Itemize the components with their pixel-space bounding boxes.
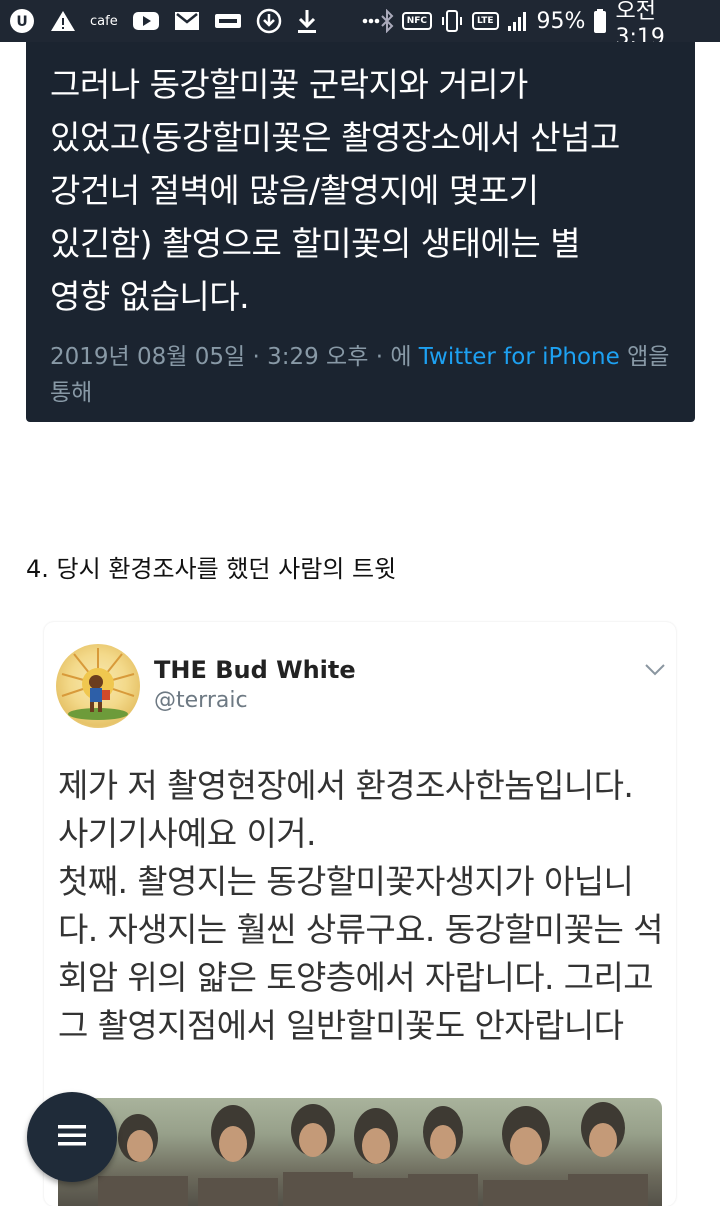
lock-download-icon xyxy=(256,8,282,34)
tweet-display-name[interactable]: THE Bud White xyxy=(154,656,356,684)
svg-text:U: U xyxy=(16,14,27,30)
download-icon xyxy=(296,8,318,34)
u-plus-icon: U xyxy=(8,7,36,35)
status-bar: U cafe NFC LTE 95% 오전 3:19 xyxy=(0,0,720,50)
section-heading: 4. 당시 환경조사를 했던 사람의 트윗 xyxy=(26,555,397,583)
twitter-for-iphone-link[interactable]: Twitter for iPhone xyxy=(419,344,620,370)
cafe-icon: cafe xyxy=(90,13,118,29)
avatar[interactable] xyxy=(56,644,140,728)
signal-icon xyxy=(507,10,529,32)
tweet-body-text: 제가 저 촬영현장에서 환경조사한놈입니다. 사기기사예요 이거. 첫째. 촬영… xyxy=(58,766,664,1045)
menu-button[interactable] xyxy=(27,1092,117,1182)
lte-icon: LTE xyxy=(472,12,499,30)
bluetooth-icon xyxy=(380,9,394,33)
more-icon xyxy=(362,18,380,24)
embedded-tweet-card[interactable]: THE Bud White @terraic 제가 저 촬영현장에서 환경조사한… xyxy=(44,622,676,1206)
ticket-icon xyxy=(214,11,242,31)
chevron-down-icon[interactable] xyxy=(644,662,666,681)
gmail-icon xyxy=(174,11,200,31)
youtube-icon xyxy=(132,11,160,31)
tweet-handle[interactable]: @terraic xyxy=(154,688,248,713)
battery-percent: 95% xyxy=(536,8,586,34)
menu-icon xyxy=(57,1123,87,1151)
tweet-date: 2019년 08월 05일 · 3:29 오후 · 에 xyxy=(50,344,419,370)
tweet-photo[interactable] xyxy=(58,1098,662,1206)
vibrate-icon xyxy=(440,9,464,33)
dark-tweet-card: 그러나 동강할미꽃 군락지와 거리가 있었고(동강할미꽃은 촬영장소에서 산넘고… xyxy=(26,42,695,422)
nfc-icon: NFC xyxy=(401,12,432,30)
battery-icon xyxy=(593,8,607,34)
dark-tweet-text: 그러나 동강할미꽃 군락지와 거리가 있었고(동강할미꽃은 촬영장소에서 산넘고… xyxy=(50,65,620,316)
warning-icon xyxy=(50,9,76,33)
dark-tweet-meta: 2019년 08월 05일 · 3:29 오후 · 에 Twitter for … xyxy=(50,339,671,411)
